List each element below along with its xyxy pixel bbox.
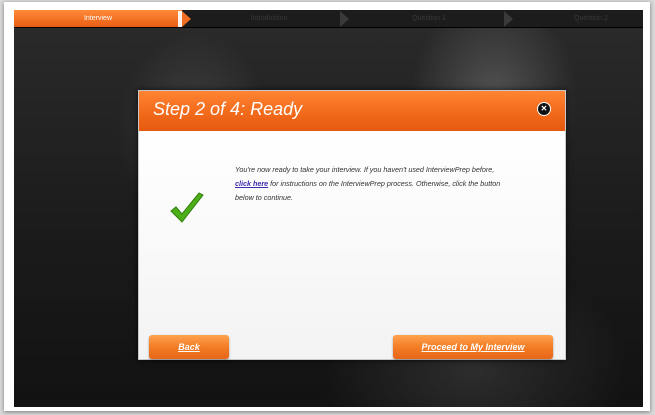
dialog-header: Step 2 of 4: Ready ✕ xyxy=(139,91,565,131)
step-chevron-icon xyxy=(504,11,513,27)
dialog-body: You're now ready to take your interview.… xyxy=(139,131,565,359)
message-text: You're now ready to take your interview.… xyxy=(235,165,495,174)
step-question-1: Question 1 xyxy=(412,15,446,22)
screenshot-frame: Interview Introduction Question 1 Questi… xyxy=(4,2,650,411)
close-icon[interactable]: ✕ xyxy=(537,102,551,116)
step-chevron-icon xyxy=(178,11,191,27)
step-chevron-icon xyxy=(340,11,349,27)
step-introduction: Introduction xyxy=(250,15,288,22)
checkmark-icon xyxy=(170,192,204,223)
step-interview: Interview xyxy=(14,10,182,27)
dialog-title: Step 2 of 4: Ready xyxy=(153,99,303,119)
ready-dialog: Step 2 of 4: Ready ✕ You're now ready to… xyxy=(138,90,566,360)
step-question-2: Question 2 xyxy=(574,15,608,22)
step-progress-bar: Interview Introduction Question 1 Questi… xyxy=(14,10,643,28)
proceed-button[interactable]: Proceed to My Interview xyxy=(393,335,553,359)
app-screen: Interview Introduction Question 1 Questi… xyxy=(14,10,643,407)
instructions-link[interactable]: click here xyxy=(235,179,268,188)
message-text: for instructions on the InterviewPrep pr… xyxy=(235,179,501,202)
back-button[interactable]: Back xyxy=(149,335,229,359)
dialog-message: You're now ready to take your interview.… xyxy=(235,163,507,205)
